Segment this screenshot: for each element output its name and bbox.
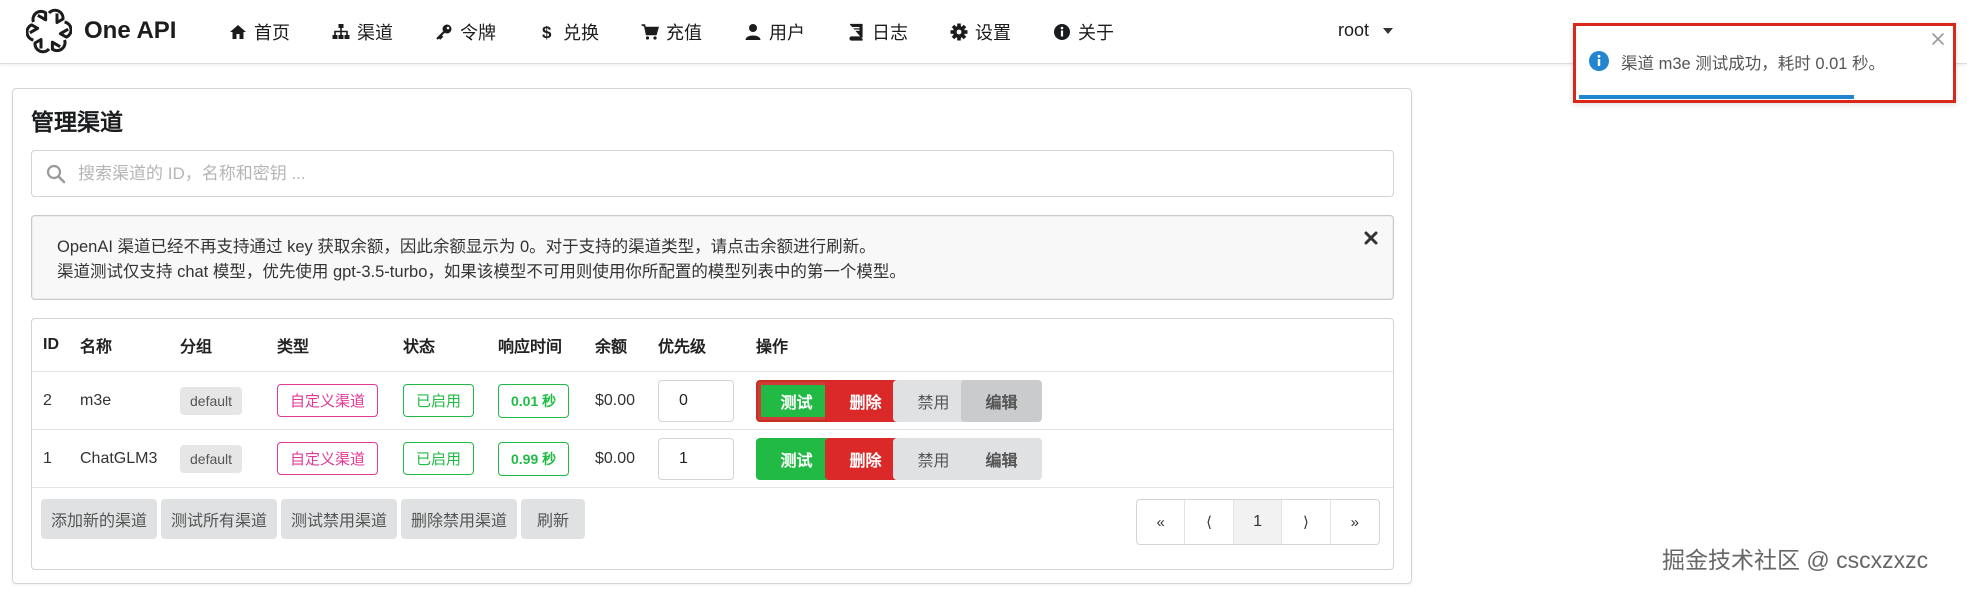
nav-item-topup[interactable]: 充值 [629,0,714,64]
sitemap-icon [332,23,350,41]
pager-last[interactable]: » [1331,500,1379,544]
delete-disabled-channels-button[interactable]: 删除禁用渠道 [401,499,517,539]
info-icon [1589,51,1609,71]
group-badge: default [180,444,243,473]
table-footer: 添加新的渠道 测试所有渠道 测试禁用渠道 删除禁用渠道 刷新 « ⟨ 1 ⟩ » [32,488,1393,570]
cell-id: 2 [43,391,52,409]
openai-logo-icon[interactable] [26,8,72,54]
priority-input[interactable] [658,437,734,480]
cart-icon [641,23,659,41]
priority-input[interactable] [658,379,734,422]
column-header: 操作 [756,339,789,356]
gear-icon [950,23,968,41]
edit-button[interactable]: 编辑 [961,438,1042,480]
response-time-badge[interactable]: 0.99 秒 [498,441,570,476]
group-badge: default [180,386,243,415]
nav-item-redeem[interactable]: $ 兑换 [526,0,611,64]
book-icon [847,23,865,41]
watermark: 掘金技术社区 @ cscxzxzc [1662,547,1929,573]
info-icon [1053,23,1071,41]
cell-name: ChatGLM3 [80,449,158,467]
key-icon [435,23,453,41]
test-disabled-channels-button[interactable]: 测试禁用渠道 [281,499,397,539]
edit-button[interactable]: 编辑 [961,380,1042,422]
test-all-channels-button[interactable]: 测试所有渠道 [161,499,277,539]
close-icon[interactable] [1363,230,1379,246]
user-menu-dropdown[interactable]: root [1338,20,1394,41]
column-header[interactable]: 响应时间 [498,319,562,371]
search-icon [46,164,66,183]
manage-channels-panel: 管理渠道 OpenAI 渠道已经不再支持通过 key 获取余额，因此余额显示为 … [12,88,1412,584]
nav-item-settings[interactable]: 设置 [938,0,1023,64]
channels-table: ID 名称 分组 类型 状态 响应时间 余额 优先级 操作 2 m3e defa… [31,318,1394,570]
column-header[interactable]: 优先级 [658,319,706,371]
column-header[interactable]: ID [43,319,59,371]
add-channel-button[interactable]: 添加新的渠道 [41,499,157,539]
search-box[interactable] [31,150,1394,197]
table-row: 1 ChatGLM3 default 自定义渠道 已启用 0.99 秒 $0.0… [32,430,1393,488]
main-nav: 首页 渠道 令牌 $ 兑换 充值 用户 日志 设置 关于 [217,0,1144,64]
cell-id: 1 [43,449,52,467]
nav-item-about[interactable]: 关于 [1041,0,1126,64]
nav-item-label: 充值 [666,23,702,43]
status-badge: 已启用 [403,442,475,475]
column-header[interactable]: 分组 [180,319,212,371]
type-badge: 自定义渠道 [277,384,379,417]
dollar-icon: $ [538,23,556,41]
nav-item-label: 渠道 [357,23,393,43]
pagination: « ⟨ 1 ⟩ » [1136,499,1380,545]
nav-item-tokens[interactable]: 令牌 [423,0,508,64]
response-time-badge[interactable]: 0.01 秒 [498,383,570,418]
refresh-button[interactable]: 刷新 [521,499,585,539]
column-header[interactable]: 状态 [403,319,435,371]
cell-name: m3e [80,391,112,409]
nav-item-logs[interactable]: 日志 [835,0,920,64]
cell-balance[interactable]: $0.00 [595,372,635,429]
app-title[interactable]: One API [84,17,176,45]
nav-item-home[interactable]: 首页 [217,0,302,64]
notice-line: OpenAI 渠道已经不再支持通过 key 获取余额，因此余额显示为 0。对于支… [57,238,876,256]
pager-page[interactable]: 1 [1233,500,1283,544]
search-input[interactable] [78,163,1358,184]
close-icon[interactable] [1931,32,1945,46]
nav-item-label: 令牌 [460,23,496,43]
pager-next[interactable]: ⟩ [1282,500,1331,544]
caret-down-icon [1383,27,1394,34]
nav-item-label: 用户 [769,23,805,43]
notice-line: 渠道测试仅支持 chat 模型，优先使用 gpt-3.5-turbo，如果该模型… [57,263,906,281]
type-badge: 自定义渠道 [277,442,379,475]
toast-notification: 渠道 m3e 测试成功，耗时 0.01 秒。 [1573,23,1956,103]
page-title: 管理渠道 [31,109,123,135]
nav-item-label: 日志 [872,23,908,43]
user-name: root [1338,20,1370,40]
cell-balance[interactable]: $0.00 [595,430,635,487]
toast-message: 渠道 m3e 测试成功，耗时 0.01 秒。 [1621,55,1886,73]
info-notice: OpenAI 渠道已经不再支持通过 key 获取余额，因此余额显示为 0。对于支… [31,215,1394,300]
column-header[interactable]: 类型 [277,319,309,371]
status-badge: 已启用 [403,384,475,417]
column-header[interactable]: 名称 [80,319,112,371]
nav-item-label: 兑换 [563,23,599,43]
pager-prev[interactable]: ⟨ [1185,500,1234,544]
nav-item-users[interactable]: 用户 [732,0,817,64]
home-icon [229,23,247,41]
pager-first[interactable]: « [1137,500,1186,544]
column-header[interactable]: 余额 [595,319,627,371]
svg-text:$: $ [542,23,552,41]
user-icon [744,23,762,41]
nav-item-label: 设置 [975,23,1011,43]
toast-progress-bar [1579,95,1854,99]
nav-item-channels[interactable]: 渠道 [320,0,405,64]
table-row: 2 m3e default 自定义渠道 已启用 0.01 秒 $0.00 测试 … [32,372,1393,430]
nav-item-label: 关于 [1078,23,1114,43]
table-header: ID 名称 分组 类型 状态 响应时间 余额 优先级 操作 [32,319,1393,372]
nav-item-label: 首页 [254,23,290,43]
